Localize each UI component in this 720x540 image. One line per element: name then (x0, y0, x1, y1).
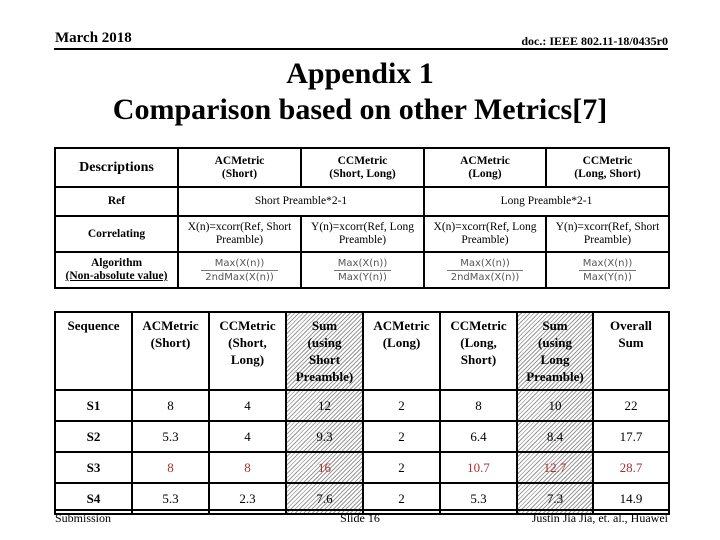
title-line-2: Comparison based on other Metrics[7] (112, 93, 608, 126)
descriptions-header-row: Descriptions ACMetric (Short) CCMetric (Sh… (54, 147, 670, 188)
value-cell: 12 (285, 389, 364, 422)
results-table: Sequence ACMetric (Short) CCMetric (Short, Lo… (54, 311, 670, 515)
results-header-cell: Overall Sum (592, 311, 670, 391)
correlating-cell: Y(n)=xcorr(Ref, Long Preamble) (300, 215, 425, 253)
value-cell: 22 (592, 389, 670, 422)
results-body: S1 8 4 12 2 8 10 22 S2 5.3 4 9.3 2 6.4 8.4 17.7 S3 8 8 16 2 1… (54, 389, 670, 515)
correlating-cell: X(n)=xcorr(Ref, Short Preamble) (177, 215, 302, 253)
ref-label: Ref (54, 186, 179, 217)
value-cell: 5.3 (131, 420, 210, 453)
results-row-s1: S1 8 4 12 2 8 10 22 (54, 389, 670, 422)
value-cell: 28.7 (592, 451, 670, 484)
value-cell: 8 (208, 451, 287, 484)
results-header-cell: Sum (using Short Preamble) (285, 311, 364, 391)
header-ccmetric-short-long: CCMetric (Short, Long) (300, 147, 425, 188)
header-date: March 2018 (55, 30, 132, 46)
results-row-s2: S2 5.3 4 9.3 2 6.4 8.4 17.7 (54, 420, 670, 453)
results-header-cell: Sum (using Long Preamble) (516, 311, 594, 391)
descriptions-table: Descriptions ACMetric (Short) CCMetric (Sh… (54, 147, 670, 289)
results-header-cell: Sequence (54, 311, 133, 391)
header-ccmetric-long-short: CCMetric (Long, Short) (545, 147, 670, 188)
title-line-1: Appendix 1 (286, 57, 434, 90)
algorithm-formula: Max(X(n)) Max(Y(n)) (300, 251, 425, 289)
ref-row: Ref Short Preamble*2-1 Long Preamble*2-1 (54, 186, 670, 217)
value-cell: 12.7 (516, 451, 594, 484)
correlating-row: Correlating X(n)=xcorr(Ref, Short Preamb… (54, 215, 670, 253)
results-row-s3: S3 8 8 16 2 10.7 12.7 28.7 (54, 451, 670, 484)
algorithm-row: Algorithm (Non-absolute value) Max(X(n)) 2… (54, 251, 670, 289)
algorithm-formula: Max(X(n)) Max(Y(n)) (545, 251, 670, 289)
correlating-cell: Y(n)=xcorr(Ref, Short Preamble) (545, 215, 670, 253)
value-cell: 16 (285, 451, 364, 484)
value-cell: 8 (131, 451, 210, 484)
value-cell: 2 (362, 389, 441, 422)
results-header-cell: CCMetric (Short, Long) (208, 311, 287, 391)
algorithm-formula: Max(X(n)) 2ndMax(X(n)) (423, 251, 547, 289)
results-header-cell: CCMetric (Long, Short) (439, 311, 518, 391)
value-cell: 8 (131, 389, 210, 422)
header-descriptions: Descriptions (54, 147, 179, 188)
value-cell: 9.3 (285, 420, 364, 453)
value-cell: 10.7 (439, 451, 518, 484)
header-rule (54, 48, 668, 50)
algorithm-formula: Max(X(n)) 2ndMax(X(n)) (177, 251, 302, 289)
ref-long: Long Preamble*2-1 (423, 186, 670, 217)
header-acmetric-short: ACMetric (Short) (177, 147, 302, 188)
sequence-label: S3 (54, 451, 133, 484)
value-cell: 8.4 (516, 420, 594, 453)
results-header-cell: ACMetric (Long) (362, 311, 441, 391)
value-cell: 6.4 (439, 420, 518, 453)
value-cell: 10 (516, 389, 594, 422)
value-cell: 2 (362, 420, 441, 453)
footer-authors: Justin Jia Jia, et. al., Huawei (531, 511, 668, 525)
results-header-cell: ACMetric (Short) (131, 311, 210, 391)
header-doc-id: doc.: IEEE 802.11-18/0435r0 (521, 34, 668, 48)
results-header-row: Sequence ACMetric (Short) CCMetric (Short, Lo… (54, 311, 670, 391)
value-cell: 8 (439, 389, 518, 422)
correlating-cell: X(n)=xcorr(Ref, Long Preamble) (423, 215, 547, 253)
sequence-label: S1 (54, 389, 133, 422)
value-cell: 17.7 (592, 420, 670, 453)
value-cell: 4 (208, 420, 287, 453)
ref-short: Short Preamble*2-1 (177, 186, 425, 217)
value-cell: 4 (208, 389, 287, 422)
slide-title: Appendix 1 Comparison based on other Met… (0, 56, 720, 128)
header-acmetric-long: ACMetric (Long) (423, 147, 547, 188)
algorithm-label: Algorithm (Non-absolute value) (54, 251, 179, 289)
correlating-label: Correlating (54, 215, 179, 253)
sequence-label: S2 (54, 420, 133, 453)
value-cell: 2 (362, 451, 441, 484)
